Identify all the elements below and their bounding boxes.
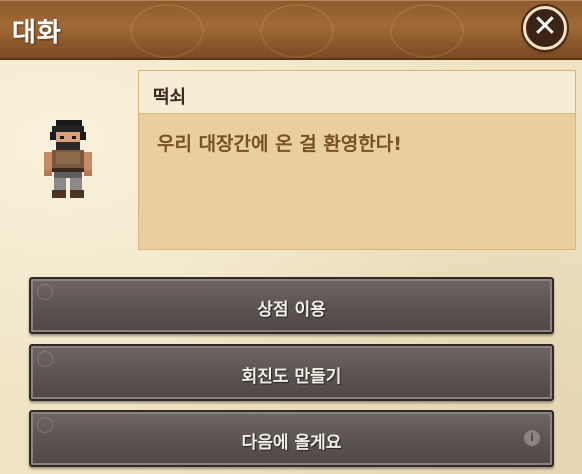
info-icon: i	[524, 430, 540, 446]
dialogue-box: 떡쇠 우리 대장간에 온 걸 환영한다!	[138, 70, 576, 250]
speaker-bar	[139, 71, 575, 114]
title-bar-swirl-decoration	[130, 4, 204, 58]
dialog-window: 대화 ✕ 떡쇠 우리 대장간에 온 걸 환영한다! 상점 이용 회진도 만들기 …	[0, 0, 582, 474]
title-bar-swirl-decoration	[390, 4, 464, 58]
close-button[interactable]: ✕	[523, 6, 567, 50]
npc-sprite	[44, 120, 92, 198]
npc-portrait	[38, 118, 98, 208]
speaker-name: 떡쇠	[153, 87, 187, 108]
leave-button-label: 다음에 올게요	[241, 433, 342, 453]
dialog-title: 대화	[12, 18, 62, 48]
leave-button[interactable]: 다음에 올게요 i	[29, 410, 554, 467]
shop-button-label: 상점 이용	[257, 300, 326, 320]
dialogue-text: 우리 대장간에 온 걸 환영한다!	[157, 133, 402, 155]
close-icon[interactable]: ✕	[532, 9, 557, 44]
craft-button[interactable]: 회진도 만들기	[29, 344, 554, 401]
title-bar: 대화 ✕	[0, 0, 582, 60]
title-bar-swirl-decoration	[260, 4, 334, 58]
shop-button[interactable]: 상점 이용	[29, 277, 554, 334]
craft-button-label: 회진도 만들기	[241, 367, 342, 387]
